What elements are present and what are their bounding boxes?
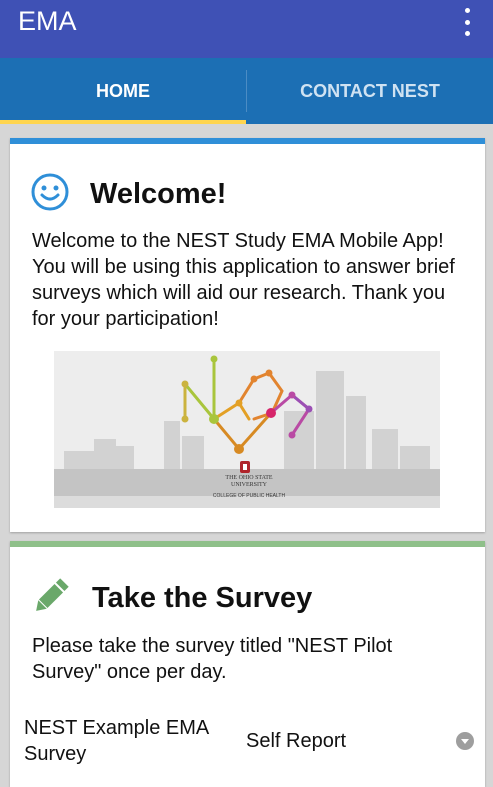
welcome-title: Welcome!	[90, 178, 227, 210]
nest-logo-image: THE OHIO STATE UNIVERSITY COLLEGE OF PUB…	[54, 351, 440, 508]
welcome-header: Welcome!	[30, 172, 226, 217]
tab-contact-nest[interactable]: CONTACT NEST	[247, 58, 493, 124]
survey-title: Take the Survey	[92, 582, 313, 614]
survey-name: NEST Example EMA Survey	[24, 717, 209, 765]
app-title: EMA	[18, 6, 77, 36]
survey-header: Take the Survey	[30, 575, 312, 622]
survey-list-item[interactable]: NEST Example EMA Survey Self Report	[24, 711, 474, 771]
tab-home[interactable]: HOME	[0, 58, 246, 124]
survey-card: Take the Survey Please take the survey t…	[10, 541, 485, 787]
welcome-text: Welcome to the NEST Study EMA Mobile App…	[32, 230, 455, 330]
tab-bar: HOME CONTACT NEST	[0, 58, 493, 124]
smiley-icon	[30, 172, 70, 217]
app-bar: EMA	[0, 0, 493, 58]
welcome-card: Welcome! Welcome to the NEST Study EMA M…	[10, 138, 485, 532]
chevron-down-icon[interactable]	[456, 732, 474, 750]
pencil-icon	[30, 575, 72, 622]
more-vert-icon[interactable]	[457, 8, 477, 36]
osu-wordmark: THE OHIO STATE UNIVERSITY	[225, 475, 273, 488]
survey-type: Self Report	[246, 729, 347, 752]
college-wordmark: COLLEGE OF PUBLIC HEALTH	[212, 493, 286, 499]
survey-instructions: Please take the survey titled "NEST Pilo…	[32, 635, 393, 683]
